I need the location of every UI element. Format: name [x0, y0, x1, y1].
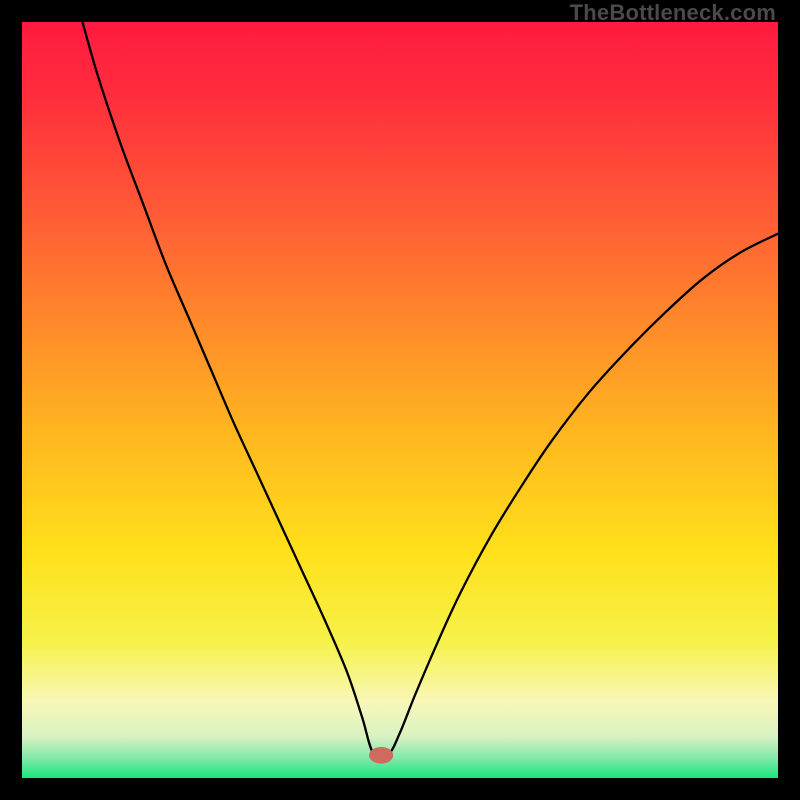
chart-frame	[22, 22, 778, 778]
optimum-marker	[369, 747, 393, 764]
gradient-background	[22, 22, 778, 778]
bottleneck-chart	[22, 22, 778, 778]
watermark-text: TheBottleneck.com	[570, 0, 776, 26]
